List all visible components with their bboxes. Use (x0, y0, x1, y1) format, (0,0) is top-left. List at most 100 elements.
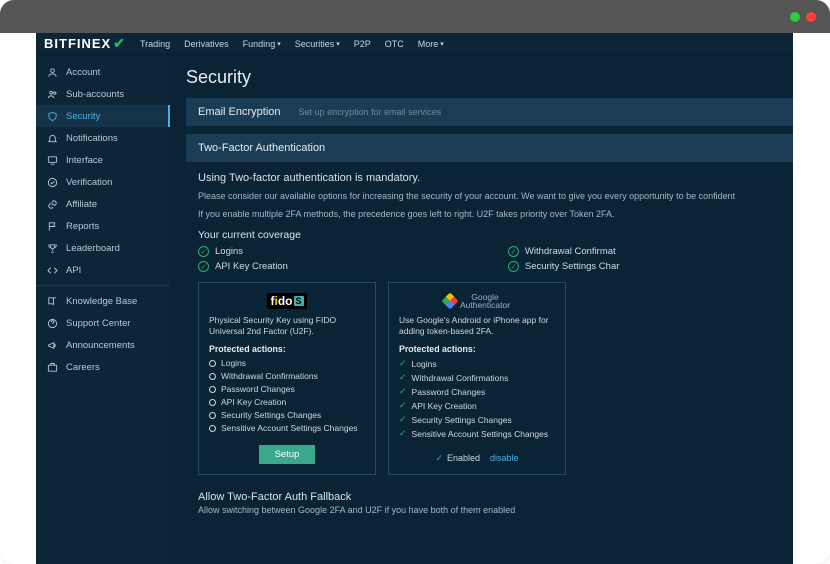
sidebar: Account Sub-accounts Security Notifications… (36, 55, 170, 564)
sidebar-item-reports[interactable]: Reports (36, 215, 170, 237)
flag-icon (46, 220, 58, 232)
sidebar-item-leaderboard[interactable]: Leaderboard (36, 237, 170, 259)
check-circle-icon: ✓ (198, 261, 209, 272)
circle-icon (209, 373, 216, 380)
users-icon (46, 88, 58, 100)
fido-setup-button[interactable]: Setup (259, 445, 316, 464)
fido-logo: fidoS (209, 291, 365, 311)
sidebar-item-sub-accounts[interactable]: Sub-accounts (36, 83, 170, 105)
fido-pa-title: Protected actions: (209, 344, 365, 354)
help-icon (46, 317, 58, 329)
window-dot-green[interactable] (790, 12, 800, 22)
google-auth-card: Google Authenticator Use Google's Androi… (388, 282, 566, 475)
sidebar-item-security[interactable]: Security (36, 105, 170, 127)
nav-trading[interactable]: Trading (140, 39, 170, 49)
google-pa-title: Protected actions: (399, 344, 555, 354)
check-circle-icon: ✓ (198, 246, 209, 257)
check-icon: ✓ (399, 372, 407, 383)
check-icon: ✓ (435, 453, 443, 464)
circle-icon (209, 360, 216, 367)
sidebar-item-announcements[interactable]: Announcements (36, 334, 170, 356)
coverage-item: ✓Logins (198, 246, 288, 257)
leaf-icon: ✔ (113, 35, 126, 52)
fido-desc: Physical Security Key using FIDO Univers… (209, 315, 365, 338)
nav-more[interactable]: More▾ (418, 39, 444, 49)
google-desc: Use Google's Android or iPhone app for a… (399, 315, 555, 338)
twofa-p2: If you enable multiple 2FA methods, the … (198, 208, 781, 222)
fido-protected-item: Security Settings Changes (209, 409, 365, 422)
titlebar (0, 0, 830, 33)
sidebar-item-label: Security (66, 111, 100, 122)
check-icon: ✓ (399, 358, 407, 369)
twofa-header: Two-Factor Authentication (186, 134, 793, 162)
sidebar-item-label: Account (66, 67, 100, 78)
google-auth-logo: Google Authenticator (399, 291, 555, 311)
sidebar-item-support-center[interactable]: Support Center (36, 312, 170, 334)
brand-logo[interactable]: BITFINEX ✔ (44, 35, 126, 52)
fido-protected-item: API Key Creation (209, 396, 365, 409)
google-disable-link[interactable]: disable (490, 453, 519, 463)
nav-funding[interactable]: Funding▾ (243, 39, 281, 49)
google-protected-item: ✓Logins (399, 357, 555, 371)
browser-frame: BITFINEX ✔ Trading Derivatives Funding▾ Sec… (0, 0, 830, 564)
circle-icon (209, 412, 216, 419)
monitor-icon (46, 154, 58, 166)
window-dot-red[interactable] (806, 12, 816, 22)
fido-protected-item: Withdrawal Confirmations (209, 370, 365, 383)
megaphone-icon (46, 339, 58, 351)
sidebar-item-label: Announcements (66, 340, 135, 351)
sidebar-item-label: Reports (66, 221, 99, 232)
check-icon: ✓ (399, 428, 407, 439)
google-protected-item: ✓Security Settings Changes (399, 413, 555, 427)
bell-icon (46, 132, 58, 144)
twofa-mandatory: Using Two-factor authentication is manda… (198, 172, 781, 184)
chevron-down-icon: ▾ (440, 40, 444, 48)
fallback-sub: Allow switching between Google 2FA and U… (198, 505, 781, 515)
sidebar-item-knowledge-base[interactable]: Knowledge Base (36, 290, 170, 312)
check-icon: ✓ (399, 386, 407, 397)
google-protected-item: ✓Password Changes (399, 385, 555, 399)
sidebar-item-notifications[interactable]: Notifications (36, 127, 170, 149)
circle-icon (209, 399, 216, 406)
app-root: BITFINEX ✔ Trading Derivatives Funding▾ Sec… (36, 33, 793, 564)
book-icon (46, 295, 58, 307)
brand-text: BITFINEX (44, 36, 111, 51)
google-protected-item: ✓Withdrawal Confirmations (399, 371, 555, 385)
nav-otc[interactable]: OTC (385, 39, 404, 49)
sidebar-item-affiliate[interactable]: Affiliate (36, 193, 170, 215)
check-icon: ✓ (399, 400, 407, 411)
sidebar-item-label: Knowledge Base (66, 296, 137, 307)
sidebar-item-careers[interactable]: Careers (36, 356, 170, 378)
fido-protected-item: Password Changes (209, 383, 365, 396)
user-icon (46, 66, 58, 78)
nav-p2p[interactable]: P2P (354, 39, 371, 49)
sidebar-item-label: Support Center (66, 318, 130, 329)
google-protected-item: ✓Sensitive Account Settings Changes (399, 427, 555, 441)
coverage-item: ✓Withdrawal Confirmat (508, 246, 620, 257)
nav-securities[interactable]: Securities▾ (295, 39, 340, 49)
sidebar-item-label: Leaderboard (66, 243, 120, 254)
briefcase-icon (46, 361, 58, 373)
nav-derivatives[interactable]: Derivatives (184, 39, 229, 49)
topnav: BITFINEX ✔ Trading Derivatives Funding▾ Sec… (36, 33, 793, 55)
google-icon (441, 293, 458, 310)
shield-icon (46, 110, 58, 122)
sidebar-item-account[interactable]: Account (36, 61, 170, 83)
coverage-grid: ✓Logins✓API Key Creation ✓Withdrawal Con… (198, 246, 781, 272)
link-icon (46, 198, 58, 210)
sidebar-item-verification[interactable]: Verification (36, 171, 170, 193)
sidebar-item-label: Careers (66, 362, 100, 373)
sidebar-item-interface[interactable]: Interface (36, 149, 170, 171)
email-encryption-sub: Set up encryption for email services (299, 107, 442, 117)
sidebar-item-label: Verification (66, 177, 112, 188)
chevron-down-icon: ▾ (277, 40, 281, 48)
chevron-down-icon: ▾ (336, 40, 340, 48)
sidebar-item-api[interactable]: API (36, 259, 170, 281)
google-brand2: Authenticator (460, 301, 510, 310)
circle-icon (209, 386, 216, 393)
check-circle-icon: ✓ (508, 261, 519, 272)
fallback-title: Allow Two-Factor Auth Fallback (198, 491, 781, 503)
google-enabled-status: ✓ Enabled (435, 453, 480, 464)
check-icon: ✓ (399, 414, 407, 425)
email-encryption-header[interactable]: Email Encryption Set up encryption for e… (186, 98, 793, 126)
